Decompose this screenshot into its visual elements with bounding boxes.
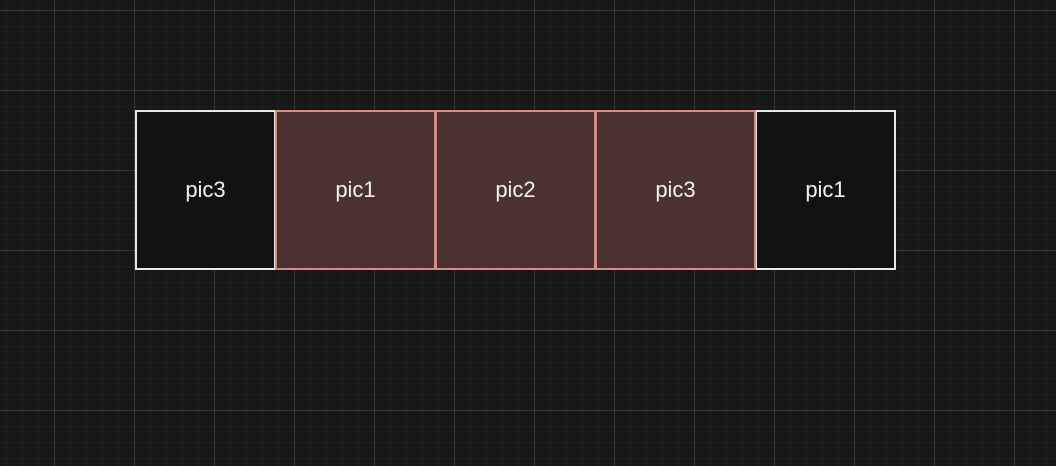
clone-cell-first: pic1: [755, 110, 896, 270]
slide-cell-pic3: pic3: [595, 110, 756, 270]
cell-label: pic1: [335, 177, 376, 202]
clone-cell-last: pic3: [135, 110, 276, 270]
slide-cell-pic1: pic1: [275, 110, 436, 270]
grid-canvas: pic3 pic1 pic1 pic2 pic3: [0, 0, 1056, 466]
slide-cell-pic2: pic2: [435, 110, 596, 270]
cell-label: pic1: [805, 177, 846, 202]
cell-label: pic3: [185, 177, 226, 202]
cell-label: pic3: [655, 177, 696, 202]
cell-label: pic2: [495, 177, 536, 202]
